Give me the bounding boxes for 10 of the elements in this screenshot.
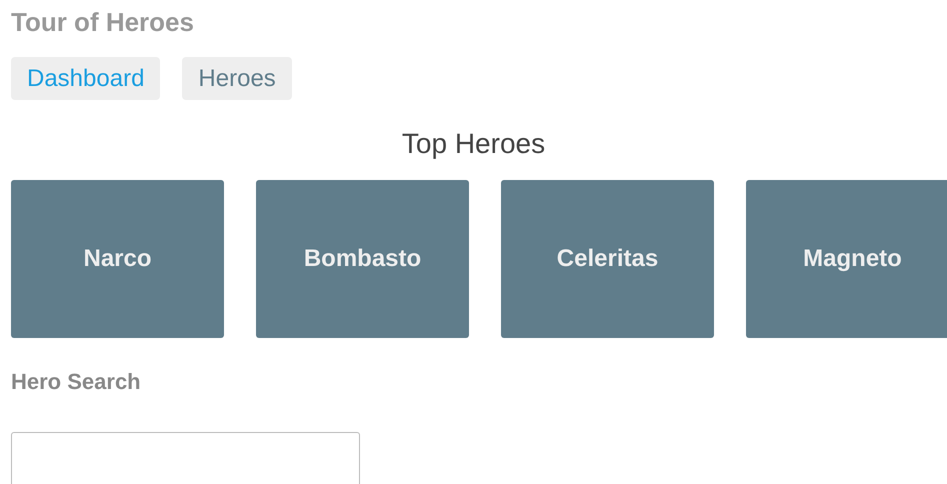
hero-card[interactable]: Narco [11,180,224,338]
search-heading: Hero Search [11,368,141,396]
section-heading: Top Heroes [402,127,546,161]
search-field[interactable] [11,432,360,484]
nav-link[interactable]: Dashboard [11,57,160,100]
nav-link[interactable]: Heroes [182,57,292,100]
app-title: Tour of Heroes [11,6,194,38]
hero-card[interactable]: Bombasto [256,180,469,338]
hero-card[interactable]: Magneto [746,180,947,338]
hero-card[interactable]: Celeritas [501,180,714,338]
